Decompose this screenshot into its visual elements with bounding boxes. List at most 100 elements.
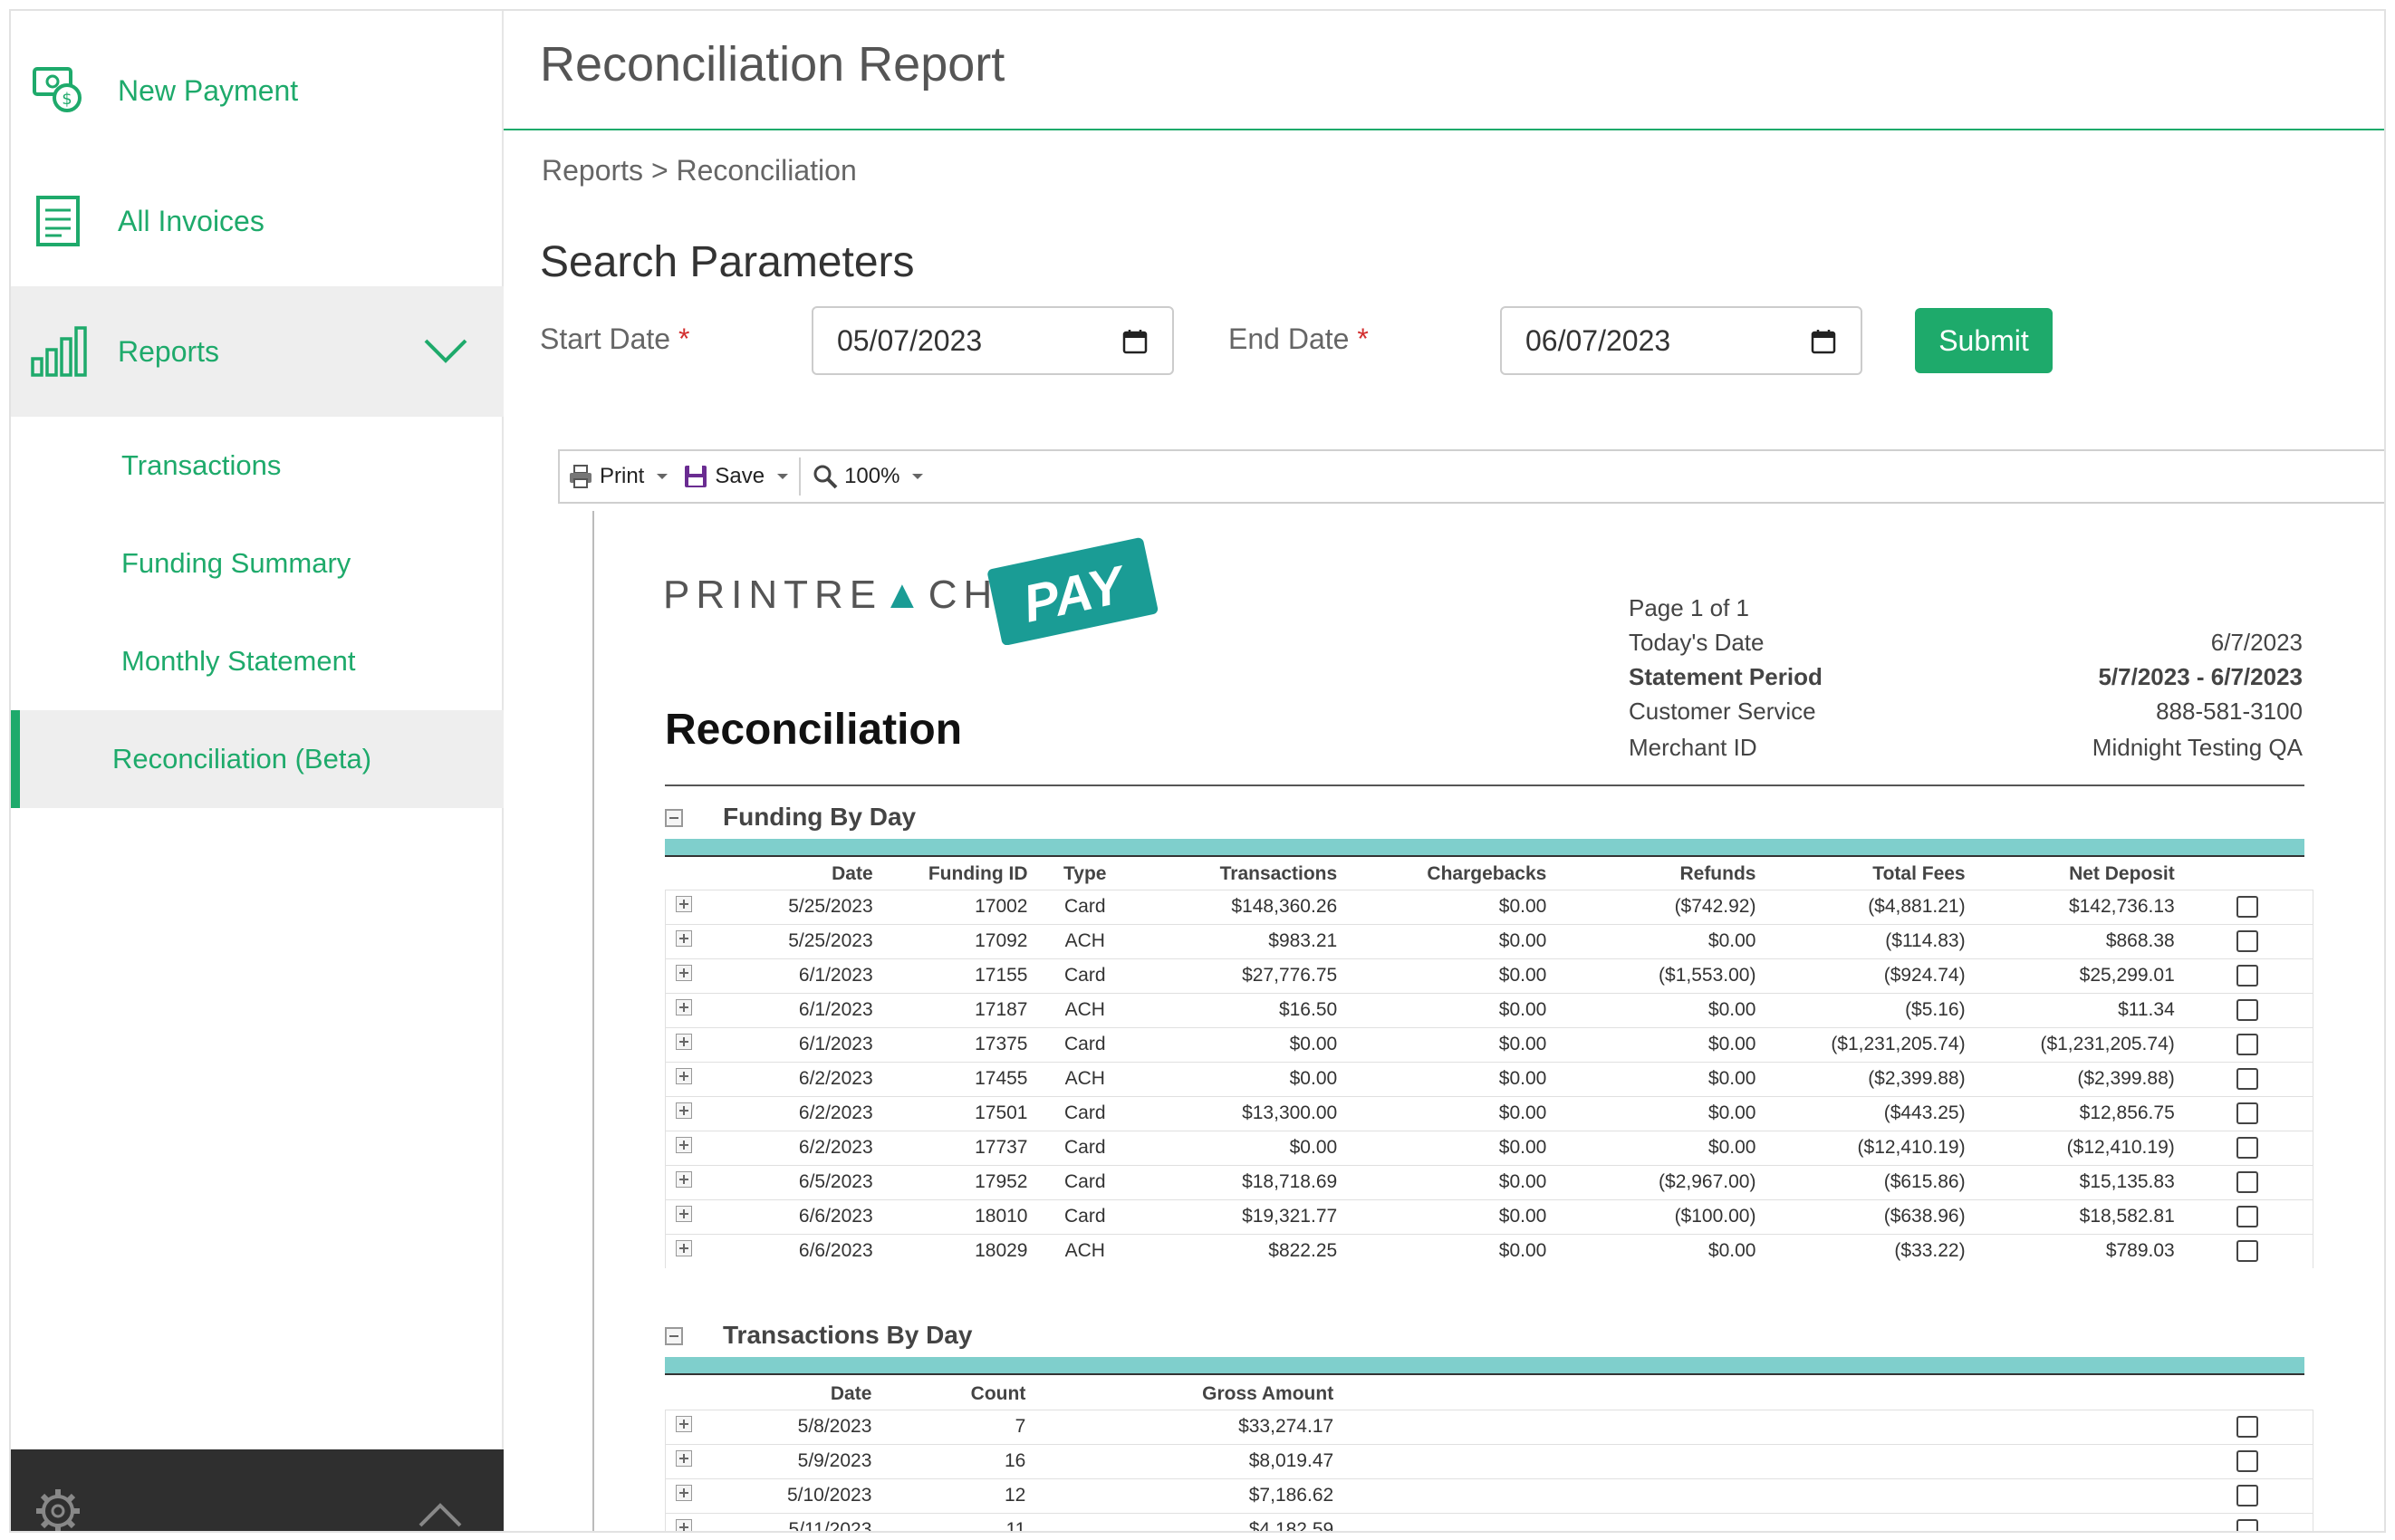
table-cell: 16 — [879, 1443, 1034, 1478]
sidebar-item-label: All Invoices — [118, 204, 265, 237]
expand-row-icon[interactable] — [675, 1034, 692, 1050]
row-checkbox[interactable] — [2236, 1137, 2258, 1160]
row-checkbox[interactable] — [2236, 1171, 2258, 1194]
gear-icon[interactable] — [31, 1484, 85, 1533]
sidebar-item-label: New Payment — [118, 73, 299, 107]
table-row: 5/11/2023 11 $4,182.59 — [665, 1512, 2313, 1531]
sidebar-item-new-payment[interactable]: $ New Payment — [11, 25, 504, 156]
row-checkbox[interactable] — [2236, 1485, 2259, 1507]
column-header: Gross Amount — [1202, 1382, 1334, 1404]
table-cell: $0.00 — [1344, 958, 1554, 993]
row-checkbox[interactable] — [2236, 1519, 2259, 1531]
zoom-label: 100% — [844, 464, 900, 488]
table-cell: $0.00 — [1553, 1095, 1764, 1131]
row-checkbox[interactable] — [2236, 1450, 2259, 1473]
row-checkbox[interactable] — [2236, 1416, 2259, 1439]
required-mark: * — [678, 322, 690, 355]
select-cell — [2182, 1512, 2313, 1531]
expand-cell — [665, 1130, 702, 1165]
chevron-down-icon[interactable] — [422, 328, 469, 375]
search-parameters-title: Search Parameters — [540, 238, 915, 286]
table-cell: $0.00 — [1344, 1130, 1554, 1165]
row-checkbox[interactable] — [2236, 1102, 2258, 1125]
table-cell: ACH — [1034, 1233, 1136, 1268]
meta-value: 6/7/2023 — [2210, 629, 2303, 656]
collapse-toggle-icon[interactable] — [665, 1327, 683, 1345]
select-cell — [2181, 923, 2313, 958]
expand-row-icon[interactable] — [675, 1102, 692, 1119]
table-cell: ($100.00) — [1553, 1198, 1764, 1234]
column-header: Type — [1063, 862, 1107, 884]
spacer-cell — [1341, 1477, 2183, 1513]
row-checkbox[interactable] — [2236, 896, 2258, 919]
expand-cell — [665, 1512, 702, 1531]
table-row: 5/9/2023 16 $8,019.47 — [665, 1443, 2313, 1478]
sidebar-subitem-transactions[interactable]: Transactions — [11, 417, 504, 515]
expand-row-icon[interactable] — [675, 1137, 692, 1153]
table-cell: $16.50 — [1135, 992, 1345, 1027]
transactions-section-title: Transactions By Day — [723, 1321, 973, 1349]
expand-row-icon[interactable] — [675, 1240, 692, 1257]
row-checkbox[interactable] — [2236, 1068, 2258, 1091]
row-checkbox[interactable] — [2236, 1240, 2258, 1263]
logo-wordmark: PRINTRE▲CH — [663, 573, 999, 617]
expand-column-header — [666, 859, 702, 890]
expand-row-icon[interactable] — [675, 896, 692, 912]
expand-cell — [665, 1409, 702, 1444]
print-button[interactable]: Print — [560, 451, 675, 502]
table-cell: $0.00 — [1553, 1130, 1764, 1165]
expand-row-icon[interactable] — [675, 1485, 692, 1501]
table-cell: ($924.74) — [1763, 958, 1973, 993]
table-row: 6/1/2023 17187 ACH $16.50 $0.00 $0.00 ($5.16) $… — [665, 992, 2313, 1027]
table-cell: 6/6/2023 — [701, 1233, 880, 1268]
sidebar-item-label: Reports — [118, 334, 220, 368]
expand-row-icon[interactable] — [675, 1519, 692, 1531]
row-checkbox[interactable] — [2236, 965, 2258, 987]
table-cell: $0.00 — [1553, 1061, 1764, 1096]
expand-row-icon[interactable] — [675, 965, 692, 981]
expand-row-icon[interactable] — [675, 1171, 692, 1188]
sidebar-item-all-invoices[interactable]: All Invoices — [11, 156, 504, 286]
table-cell: $789.03 — [1972, 1233, 2182, 1268]
row-checkbox[interactable] — [2236, 1206, 2258, 1228]
row-checkbox[interactable] — [2236, 930, 2258, 953]
chevron-up-icon[interactable] — [417, 1497, 464, 1533]
sidebar-subitem-monthly-statement[interactable]: Monthly Statement — [11, 612, 504, 710]
calendar-icon[interactable] — [1810, 328, 1837, 355]
submit-button[interactable]: Submit — [1915, 308, 2053, 373]
start-date-input[interactable]: 05/07/2023 — [812, 306, 1174, 375]
sidebar-item-reports[interactable]: Reports — [11, 286, 504, 417]
sidebar-subitem-funding-summary[interactable]: Funding Summary — [11, 515, 504, 612]
expand-row-icon[interactable] — [675, 1450, 692, 1467]
save-button[interactable]: Save — [675, 451, 795, 502]
sidebar-subitem-reconciliation[interactable]: Reconciliation (Beta) — [11, 710, 504, 808]
table-cell: 17501 — [880, 1095, 1035, 1131]
table-row: 5/8/2023 7 $33,274.17 — [665, 1409, 2313, 1444]
end-date-input[interactable]: 06/07/2023 — [1500, 306, 1862, 375]
table-cell: 6/2/2023 — [701, 1061, 880, 1096]
expand-row-icon[interactable] — [675, 1206, 692, 1222]
zoom-button[interactable]: 100% — [804, 451, 930, 502]
row-checkbox[interactable] — [2236, 999, 2258, 1022]
logo-wordmark-a: PRINTRE — [663, 573, 883, 617]
print-label: Print — [600, 464, 645, 488]
expand-row-icon[interactable] — [675, 999, 692, 1015]
table-cell: ACH — [1034, 1061, 1136, 1096]
table-cell: $13,300.00 — [1135, 1095, 1345, 1131]
table-cell: ($4,881.21) — [1763, 889, 1973, 924]
select-column-header — [2182, 859, 2313, 890]
select-cell — [2181, 1164, 2313, 1199]
expand-row-icon[interactable] — [675, 1416, 692, 1432]
funding-section-bar — [665, 839, 2304, 857]
main-content: Reconciliation Report Reports > Reconcil… — [504, 11, 2384, 1531]
expand-cell — [665, 958, 702, 993]
calendar-icon[interactable] — [1121, 328, 1149, 355]
collapse-toggle-icon[interactable] — [665, 809, 683, 827]
table-cell: ACH — [1034, 992, 1136, 1027]
table-row: 6/5/2023 17952 Card $18,718.69 $0.00 ($2,967.… — [665, 1164, 2313, 1199]
expand-row-icon[interactable] — [675, 1068, 692, 1084]
transactions-table: Date Count Gross Amount 5/8/2023 7 $33,274.1… — [665, 1379, 2313, 1531]
select-cell — [2181, 1130, 2313, 1165]
expand-row-icon[interactable] — [675, 930, 692, 947]
row-checkbox[interactable] — [2236, 1034, 2258, 1056]
